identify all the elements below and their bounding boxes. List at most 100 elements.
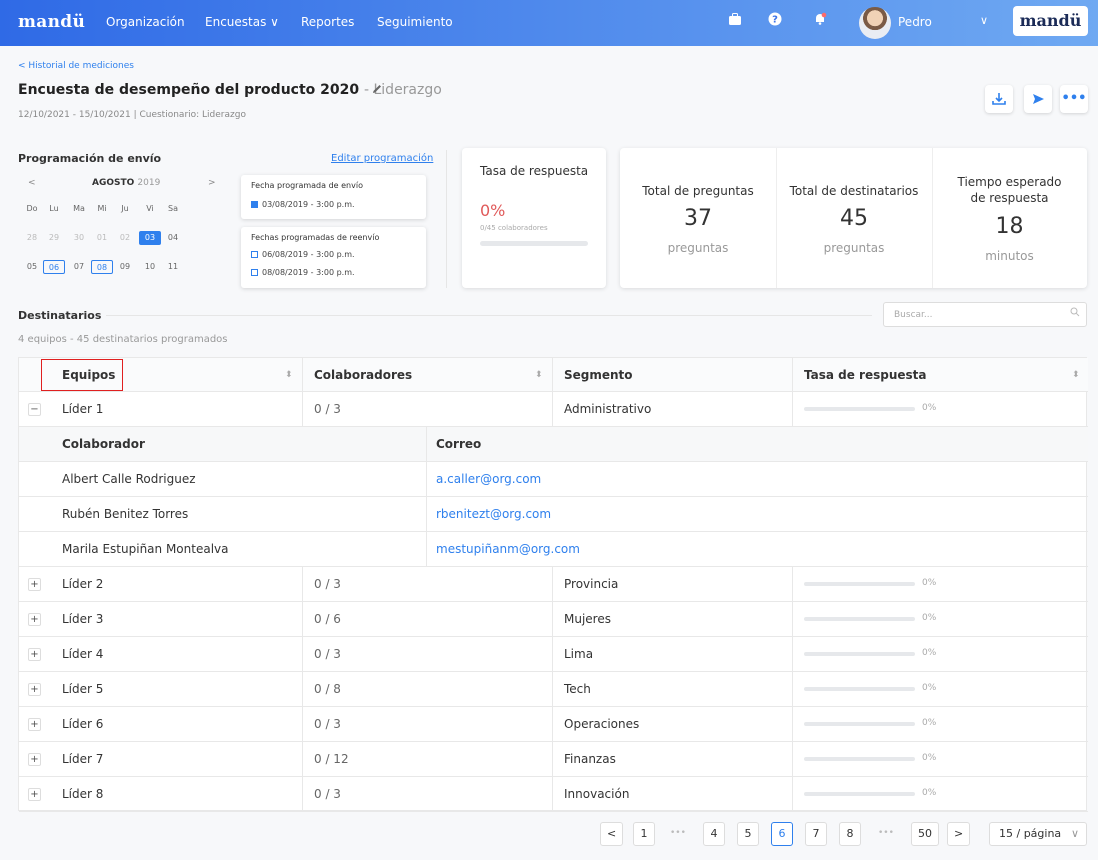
header-correo: Correo (426, 427, 1088, 461)
member-row[interactable]: Marila Estupiñan Montealva mestupiñanm@o… (19, 532, 1088, 567)
calendar-day[interactable]: 29 (43, 231, 65, 245)
expand-icon[interactable]: + (28, 648, 41, 661)
calendar-day[interactable]: 01 (91, 231, 113, 245)
expand-icon[interactable]: + (28, 718, 41, 731)
response-rate-bar (480, 241, 588, 246)
search-input[interactable]: Buscar... (883, 302, 1087, 327)
calendar-day[interactable]: 06 (43, 260, 65, 274)
pagination-dots[interactable]: ••• (878, 828, 894, 838)
edit-schedule-link[interactable]: Editar programación (331, 153, 433, 164)
member-email[interactable]: mestupiñanm@org.com (426, 532, 1088, 566)
briefcase-icon[interactable] (725, 12, 745, 32)
stats-card: Total de preguntas 37 preguntas Total de… (620, 148, 1087, 288)
schedule-title: Programación de envío (18, 152, 162, 165)
calendar-day[interactable]: 04 (162, 231, 184, 245)
calendar-day[interactable]: 30 (68, 231, 90, 245)
page-button[interactable]: 5 (737, 822, 759, 846)
expand-icon[interactable]: + (28, 753, 41, 766)
brand-logo[interactable]: mandü (18, 12, 85, 32)
rate-pct: 0% (922, 718, 937, 728)
calendar-day[interactable]: 10 (139, 260, 161, 274)
page-button[interactable]: 1 (633, 822, 655, 846)
col-tasa[interactable]: Tasa de respuesta (792, 358, 1088, 391)
user-avatar[interactable] (859, 7, 891, 39)
member-email[interactable]: a.caller@org.com (426, 462, 1088, 496)
calendar-day[interactable]: 09 (114, 260, 136, 274)
calendar-day[interactable]: 08 (91, 260, 113, 274)
nav-reportes[interactable]: Reportes (301, 15, 354, 29)
expand-icon[interactable]: + (28, 613, 41, 626)
help-icon[interactable]: ? (765, 12, 785, 32)
page-title-main: Encuesta de desempeño del producto 2020 (18, 82, 360, 98)
col-colaboradores[interactable]: Colaboradores (302, 358, 552, 391)
table-row[interactable]: + Líder 6 0 / 3 Operaciones 0% (19, 707, 1088, 742)
member-name: Marila Estupiñan Montealva (62, 542, 229, 556)
table-row[interactable]: + Líder 7 0 / 12 Finanzas 0% (19, 742, 1088, 777)
row-segment: Administrativo (552, 392, 792, 426)
row-collab: 0 / 6 (302, 602, 552, 636)
table-row[interactable]: + Líder 3 0 / 6 Mujeres 0% (19, 602, 1088, 637)
calendar-day[interactable]: 03 (139, 231, 161, 245)
response-rate-card: Tasa de respuesta 0% 0/45 colaboradores (462, 148, 606, 288)
rate-pct: 0% (922, 613, 937, 623)
page-size-select[interactable]: 15 / página ∨ (989, 822, 1087, 846)
page-button[interactable]: 8 (839, 822, 861, 846)
calendar-day[interactable]: 02 (114, 231, 136, 245)
calendar-day[interactable]: 11 (162, 260, 184, 274)
table-row[interactable]: + Líder 5 0 / 8 Tech 0% (19, 672, 1088, 707)
send-button[interactable] (1024, 85, 1052, 113)
member-row[interactable]: Rubén Benitez Torres rbenitezt@org.com (19, 497, 1088, 532)
sort-icon[interactable]: ⬍ (535, 370, 543, 380)
page-button[interactable]: 50 (911, 822, 939, 846)
row-collab: 0 / 12 (302, 742, 552, 776)
user-name[interactable]: Pedro (898, 15, 932, 29)
back-link[interactable]: < Historial de mediciones (18, 61, 134, 71)
calendar-day[interactable]: 07 (68, 260, 90, 274)
expand-icon[interactable]: + (28, 788, 41, 801)
row-team: Líder 2 (62, 577, 104, 591)
col-segmento[interactable]: Segmento (552, 358, 792, 391)
more-options-button[interactable]: ••• (1060, 85, 1088, 113)
table-row[interactable]: − Líder 1 0 / 3 Administrativo 0% (19, 392, 1088, 427)
stat-title: Tiempo esperado de respuesta (957, 175, 1062, 205)
row-rate: 0% (792, 637, 1088, 671)
row-segment: Provincia (552, 567, 792, 601)
row-segment: Tech (552, 672, 792, 706)
sort-icon[interactable]: ⬍ (285, 370, 293, 380)
chevron-down-icon: ∨ (1070, 827, 1079, 840)
page-button-current[interactable]: 6 (771, 822, 793, 846)
prev-page-button[interactable]: < (600, 822, 624, 846)
nav-seguimiento[interactable]: Seguimiento (377, 15, 453, 29)
next-page-button[interactable]: > (947, 822, 971, 846)
table-row[interactable]: + Líder 2 0 / 3 Provincia 0% (19, 567, 1088, 602)
stat-value: 45 (840, 206, 868, 231)
chevron-down-icon[interactable]: ∨ (980, 14, 988, 27)
row-rate: 0% (792, 707, 1088, 741)
download-button[interactable] (985, 85, 1013, 113)
page-button[interactable]: 4 (703, 822, 725, 846)
rate-pct: 0% (922, 578, 937, 588)
calendar-next-icon[interactable]: > (208, 178, 216, 192)
sort-icon[interactable]: ⬍ (1072, 370, 1080, 380)
calendar-day[interactable]: 05 (21, 260, 43, 274)
pagination-dots[interactable]: ••• (670, 828, 686, 838)
member-row[interactable]: Albert Calle Rodriguez a.caller@org.com (19, 462, 1088, 497)
nav-encuestas[interactable]: Encuestas ∨ (205, 15, 279, 29)
more-icon: ••• (1061, 91, 1087, 106)
stat-title: Total de destinatarios (789, 184, 919, 198)
recipients-summary: 4 equipos - 45 destinatarios programados (18, 334, 228, 345)
pencil-icon[interactable] (371, 83, 383, 98)
calendar-prev-icon[interactable]: < (28, 178, 36, 192)
table-row[interactable]: + Líder 8 0 / 3 Innovación 0% (19, 777, 1088, 812)
calendar-day[interactable]: 28 (21, 231, 43, 245)
bell-icon[interactable] (810, 12, 830, 32)
row-segment: Innovación (552, 777, 792, 811)
nav-organizacion[interactable]: Organización (106, 15, 185, 29)
row-team: Líder 5 (62, 682, 104, 696)
member-email[interactable]: rbenitezt@org.com (426, 497, 1088, 531)
expand-icon[interactable]: + (28, 683, 41, 696)
collapse-icon[interactable]: − (28, 403, 41, 416)
table-row[interactable]: + Líder 4 0 / 3 Lima 0% (19, 637, 1088, 672)
expand-icon[interactable]: + (28, 578, 41, 591)
page-button[interactable]: 7 (805, 822, 827, 846)
